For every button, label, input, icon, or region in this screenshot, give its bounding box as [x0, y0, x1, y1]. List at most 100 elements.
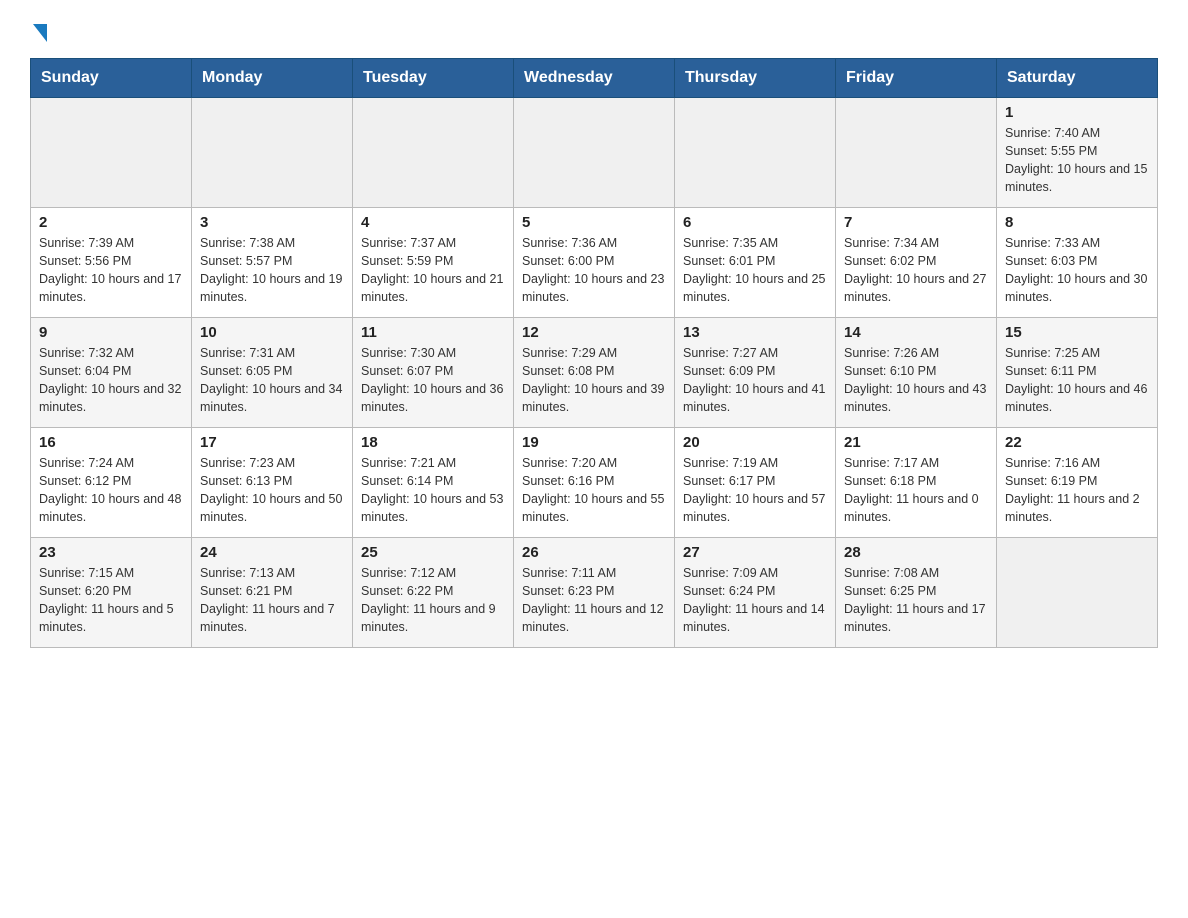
calendar-cell: 8 Sunrise: 7:33 AM Sunset: 6:03 PM Daylig…: [997, 208, 1158, 318]
calendar-cell: 13 Sunrise: 7:27 AM Sunset: 6:09 PM Dayli…: [675, 318, 836, 428]
calendar-cell: 5 Sunrise: 7:36 AM Sunset: 6:00 PM Daylig…: [514, 208, 675, 318]
day-number: 13: [683, 324, 827, 341]
calendar-cell: 17 Sunrise: 7:23 AM Sunset: 6:13 PM Dayli…: [192, 428, 353, 538]
day-number: 5: [522, 214, 666, 231]
day-info: Sunrise: 7:40 AM Sunset: 5:55 PM Dayligh…: [1005, 124, 1149, 197]
weekday-header-wednesday: Wednesday: [514, 59, 675, 98]
day-number: 8: [1005, 214, 1149, 231]
day-info: Sunrise: 7:20 AM Sunset: 6:16 PM Dayligh…: [522, 454, 666, 527]
calendar-cell: 12 Sunrise: 7:29 AM Sunset: 6:08 PM Dayli…: [514, 318, 675, 428]
day-info: Sunrise: 7:33 AM Sunset: 6:03 PM Dayligh…: [1005, 234, 1149, 307]
logo: [30, 20, 47, 40]
calendar-cell: 20 Sunrise: 7:19 AM Sunset: 6:17 PM Dayli…: [675, 428, 836, 538]
week-row-2: 2 Sunrise: 7:39 AM Sunset: 5:56 PM Daylig…: [31, 208, 1158, 318]
day-number: 26: [522, 544, 666, 561]
day-info: Sunrise: 7:34 AM Sunset: 6:02 PM Dayligh…: [844, 234, 988, 307]
day-number: 19: [522, 434, 666, 451]
day-number: 12: [522, 324, 666, 341]
day-info: Sunrise: 7:25 AM Sunset: 6:11 PM Dayligh…: [1005, 344, 1149, 417]
calendar-cell: 1 Sunrise: 7:40 AM Sunset: 5:55 PM Daylig…: [997, 98, 1158, 208]
day-info: Sunrise: 7:13 AM Sunset: 6:21 PM Dayligh…: [200, 564, 344, 637]
calendar-cell: 15 Sunrise: 7:25 AM Sunset: 6:11 PM Dayli…: [997, 318, 1158, 428]
calendar-cell: [31, 98, 192, 208]
day-info: Sunrise: 7:32 AM Sunset: 6:04 PM Dayligh…: [39, 344, 183, 417]
day-number: 20: [683, 434, 827, 451]
day-info: Sunrise: 7:16 AM Sunset: 6:19 PM Dayligh…: [1005, 454, 1149, 527]
day-number: 28: [844, 544, 988, 561]
weekday-header-saturday: Saturday: [997, 59, 1158, 98]
calendar-cell: 18 Sunrise: 7:21 AM Sunset: 6:14 PM Dayli…: [353, 428, 514, 538]
day-number: 7: [844, 214, 988, 231]
day-info: Sunrise: 7:15 AM Sunset: 6:20 PM Dayligh…: [39, 564, 183, 637]
weekday-header-thursday: Thursday: [675, 59, 836, 98]
calendar-cell: [997, 538, 1158, 648]
calendar-cell: 28 Sunrise: 7:08 AM Sunset: 6:25 PM Dayli…: [836, 538, 997, 648]
day-number: 2: [39, 214, 183, 231]
calendar-cell: 24 Sunrise: 7:13 AM Sunset: 6:21 PM Dayli…: [192, 538, 353, 648]
day-info: Sunrise: 7:29 AM Sunset: 6:08 PM Dayligh…: [522, 344, 666, 417]
calendar-cell: [192, 98, 353, 208]
calendar-cell: 26 Sunrise: 7:11 AM Sunset: 6:23 PM Dayli…: [514, 538, 675, 648]
calendar-cell: [675, 98, 836, 208]
week-row-1: 1 Sunrise: 7:40 AM Sunset: 5:55 PM Daylig…: [31, 98, 1158, 208]
calendar-cell: 27 Sunrise: 7:09 AM Sunset: 6:24 PM Dayli…: [675, 538, 836, 648]
day-info: Sunrise: 7:30 AM Sunset: 6:07 PM Dayligh…: [361, 344, 505, 417]
day-info: Sunrise: 7:24 AM Sunset: 6:12 PM Dayligh…: [39, 454, 183, 527]
day-number: 17: [200, 434, 344, 451]
day-info: Sunrise: 7:19 AM Sunset: 6:17 PM Dayligh…: [683, 454, 827, 527]
day-info: Sunrise: 7:38 AM Sunset: 5:57 PM Dayligh…: [200, 234, 344, 307]
calendar-cell: 19 Sunrise: 7:20 AM Sunset: 6:16 PM Dayli…: [514, 428, 675, 538]
weekday-header-friday: Friday: [836, 59, 997, 98]
calendar-cell: [836, 98, 997, 208]
day-info: Sunrise: 7:27 AM Sunset: 6:09 PM Dayligh…: [683, 344, 827, 417]
calendar-cell: 2 Sunrise: 7:39 AM Sunset: 5:56 PM Daylig…: [31, 208, 192, 318]
weekday-header-row: SundayMondayTuesdayWednesdayThursdayFrid…: [31, 59, 1158, 98]
calendar-cell: 9 Sunrise: 7:32 AM Sunset: 6:04 PM Daylig…: [31, 318, 192, 428]
week-row-5: 23 Sunrise: 7:15 AM Sunset: 6:20 PM Dayli…: [31, 538, 1158, 648]
day-number: 25: [361, 544, 505, 561]
logo-arrow-icon: [33, 24, 47, 42]
day-number: 23: [39, 544, 183, 561]
day-info: Sunrise: 7:37 AM Sunset: 5:59 PM Dayligh…: [361, 234, 505, 307]
calendar-cell: 22Sunrise: 7:16 AM Sunset: 6:19 PM Dayli…: [997, 428, 1158, 538]
day-number: 1: [1005, 104, 1149, 121]
day-info: Sunrise: 7:35 AM Sunset: 6:01 PM Dayligh…: [683, 234, 827, 307]
day-info: Sunrise: 7:31 AM Sunset: 6:05 PM Dayligh…: [200, 344, 344, 417]
calendar-cell: 6 Sunrise: 7:35 AM Sunset: 6:01 PM Daylig…: [675, 208, 836, 318]
week-row-3: 9 Sunrise: 7:32 AM Sunset: 6:04 PM Daylig…: [31, 318, 1158, 428]
weekday-header-sunday: Sunday: [31, 59, 192, 98]
day-number: 15: [1005, 324, 1149, 341]
day-number: 4: [361, 214, 505, 231]
calendar-cell: 21 Sunrise: 7:17 AM Sunset: 6:18 PM Dayli…: [836, 428, 997, 538]
calendar-cell: 16 Sunrise: 7:24 AM Sunset: 6:12 PM Dayli…: [31, 428, 192, 538]
day-number: 16: [39, 434, 183, 451]
weekday-header-monday: Monday: [192, 59, 353, 98]
day-info: Sunrise: 7:23 AM Sunset: 6:13 PM Dayligh…: [200, 454, 344, 527]
calendar-cell: 10Sunrise: 7:31 AM Sunset: 6:05 PM Dayli…: [192, 318, 353, 428]
day-info: Sunrise: 7:11 AM Sunset: 6:23 PM Dayligh…: [522, 564, 666, 637]
day-number: 14: [844, 324, 988, 341]
weekday-header-tuesday: Tuesday: [353, 59, 514, 98]
page-header: [30, 20, 1158, 40]
day-info: Sunrise: 7:36 AM Sunset: 6:00 PM Dayligh…: [522, 234, 666, 307]
day-info: Sunrise: 7:21 AM Sunset: 6:14 PM Dayligh…: [361, 454, 505, 527]
calendar-cell: 4 Sunrise: 7:37 AM Sunset: 5:59 PM Daylig…: [353, 208, 514, 318]
day-number: 18: [361, 434, 505, 451]
calendar-cell: 3Sunrise: 7:38 AM Sunset: 5:57 PM Daylig…: [192, 208, 353, 318]
week-row-4: 16 Sunrise: 7:24 AM Sunset: 6:12 PM Dayli…: [31, 428, 1158, 538]
day-number: 27: [683, 544, 827, 561]
calendar-cell: 11 Sunrise: 7:30 AM Sunset: 6:07 PM Dayli…: [353, 318, 514, 428]
calendar-cell: 25Sunrise: 7:12 AM Sunset: 6:22 PM Dayli…: [353, 538, 514, 648]
day-info: Sunrise: 7:26 AM Sunset: 6:10 PM Dayligh…: [844, 344, 988, 417]
day-info: Sunrise: 7:17 AM Sunset: 6:18 PM Dayligh…: [844, 454, 988, 527]
day-number: 9: [39, 324, 183, 341]
day-number: 6: [683, 214, 827, 231]
day-number: 24: [200, 544, 344, 561]
day-number: 11: [361, 324, 505, 341]
day-number: 21: [844, 434, 988, 451]
calendar-cell: [514, 98, 675, 208]
calendar-cell: 23 Sunrise: 7:15 AM Sunset: 6:20 PM Dayli…: [31, 538, 192, 648]
day-info: Sunrise: 7:08 AM Sunset: 6:25 PM Dayligh…: [844, 564, 988, 637]
day-info: Sunrise: 7:09 AM Sunset: 6:24 PM Dayligh…: [683, 564, 827, 637]
day-info: Sunrise: 7:39 AM Sunset: 5:56 PM Dayligh…: [39, 234, 183, 307]
